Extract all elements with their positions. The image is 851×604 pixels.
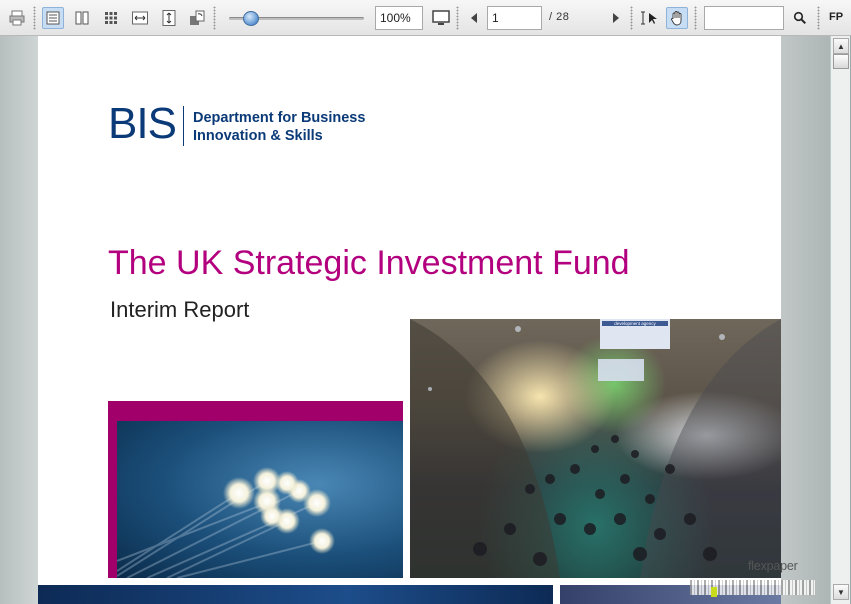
scroll-up-button[interactable]: ▲ — [833, 38, 849, 54]
thumbnails-button[interactable] — [100, 7, 122, 29]
banner-text: development agency — [614, 321, 656, 326]
fit-width-icon — [132, 11, 148, 25]
flexpaper-watermark: flexpaper — [748, 559, 798, 573]
department-name: Department for Business Innovation & Ski… — [193, 109, 365, 145]
single-page-icon — [46, 11, 60, 25]
toolbar-separator — [213, 6, 216, 30]
zoom-input[interactable]: 100% — [375, 6, 423, 30]
fibre-optics-photo — [117, 421, 403, 578]
viewer-toolbar: 100% 1 / 28 FP — [0, 0, 851, 36]
print-icon — [9, 10, 25, 26]
fit-height-icon — [162, 10, 176, 26]
hand-tool-button[interactable] — [666, 7, 688, 29]
event-crowd-illustration: development agency — [410, 319, 781, 578]
bottom-photo-strip-left — [38, 585, 553, 604]
fullscreen-icon — [432, 10, 450, 25]
search-input[interactable] — [704, 6, 784, 30]
scroll-down-button[interactable]: ▼ — [833, 584, 849, 600]
fullscreen-button[interactable] — [430, 7, 452, 29]
brand-label[interactable]: FP — [829, 11, 843, 23]
toolbar-separator — [33, 6, 36, 30]
two-page-button[interactable] — [71, 7, 93, 29]
toolbar-separator — [817, 6, 820, 30]
zoom-slider-thumb[interactable] — [243, 11, 259, 26]
search-button[interactable] — [789, 7, 811, 29]
fibre-optics-illustration — [117, 467, 335, 578]
department-name-line-1: Department for Business — [193, 110, 366, 126]
next-page-button[interactable] — [605, 7, 627, 29]
vertical-scrollbar[interactable]: ▲ ▼ — [830, 36, 850, 604]
rotate-button[interactable] — [186, 7, 208, 29]
arrow-up-icon: ▲ — [837, 41, 845, 51]
two-page-icon — [75, 11, 89, 25]
department-name-line-2: Innovation & Skills — [193, 128, 323, 144]
search-icon — [793, 11, 807, 25]
next-page-icon — [613, 13, 619, 23]
fit-width-button[interactable] — [129, 7, 151, 29]
document-page: BIS Department for Business Innovation &… — [38, 36, 781, 604]
text-select-icon — [641, 11, 657, 25]
scrollbar-thumb[interactable] — [833, 54, 849, 69]
rotate-icon — [190, 10, 205, 25]
document-subtitle: Interim Report — [110, 297, 250, 322]
bis-logo-mark: BIS — [108, 99, 177, 148]
previous-page-button[interactable] — [463, 7, 485, 29]
event-crowd-photo: development agency — [410, 319, 781, 578]
hand-tool-icon — [671, 11, 682, 26]
fit-height-button[interactable] — [158, 7, 180, 29]
page-count: / 28 — [549, 11, 570, 23]
print-button[interactable] — [6, 7, 28, 29]
document-title: The UK Strategic Investment Fund — [108, 244, 630, 282]
logo-divider — [183, 106, 184, 146]
arrow-down-icon: ▼ — [837, 587, 845, 597]
thumbnails-icon — [105, 12, 117, 24]
barcode-marker — [711, 587, 717, 597]
single-page-button[interactable] — [42, 7, 64, 29]
barcode-graphic — [690, 580, 815, 595]
toolbar-separator — [456, 6, 459, 30]
text-select-button[interactable] — [637, 7, 659, 29]
viewer-left-margin — [0, 36, 38, 604]
page-number-input[interactable]: 1 — [487, 6, 542, 30]
viewer-right-margin — [781, 36, 830, 604]
toolbar-separator — [694, 6, 697, 30]
toolbar-separator — [630, 6, 633, 30]
previous-page-icon — [471, 13, 477, 23]
